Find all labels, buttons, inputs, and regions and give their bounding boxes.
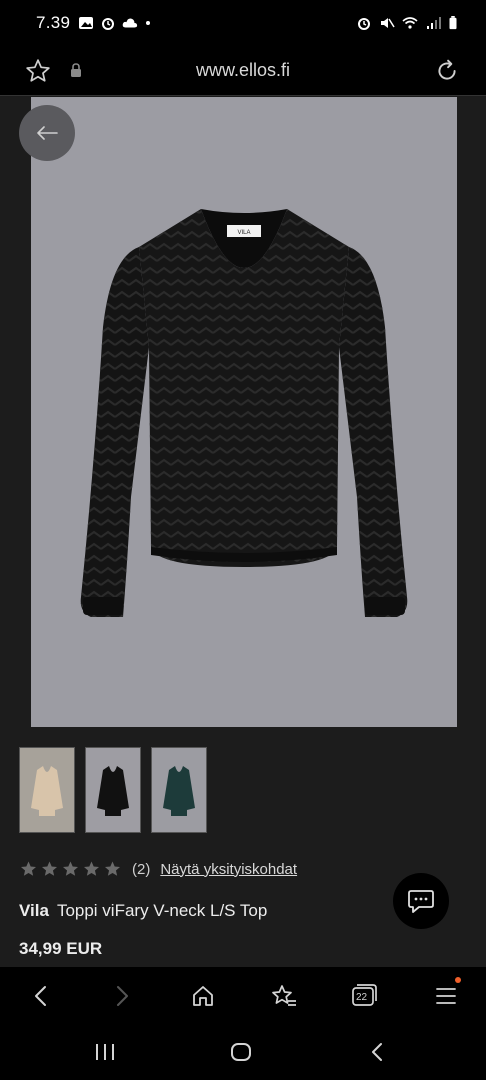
system-navigation-bar [0,1025,486,1080]
star-icon [105,861,120,876]
mute-icon [381,18,395,28]
green-top-thumbnail [163,766,195,816]
thumbnail-beige[interactable] [19,747,75,833]
back-nav-icon[interactable] [369,1042,385,1062]
status-time: 7.39 [36,13,71,32]
bookmarks-button[interactable] [271,983,297,1009]
product-title: Vila Toppi viFary V-neck L/S Top [19,901,267,921]
recent-apps-icon[interactable] [93,1042,117,1062]
star-icon [42,861,57,876]
menu-notification-dot [455,977,461,983]
thumbnail-black[interactable] [85,747,141,833]
page-content: VILA (2) Näytä yksityiskohdat Vila Toppi… [0,97,486,967]
home-icon [193,986,213,1006]
signal-icon [427,17,441,29]
alarm-icon [102,18,115,30]
rating-row: (2) Näytä yksityiskohdat [19,860,297,878]
tabs-button[interactable]: 22 [351,983,377,1009]
bookmark-star-icon [272,985,296,1006]
reload-icon[interactable] [434,58,460,84]
chat-bubble-icon [408,890,434,913]
alarm-icon [358,18,370,30]
star-icon [84,861,99,876]
beige-sweater-thumbnail [31,766,63,816]
home-button[interactable] [190,983,216,1009]
wifi-icon [402,17,418,29]
screen: 7.39 www.ellos.fi VILA (2) Näytä yksityi… [0,0,486,1080]
product-brand[interactable]: Vila [19,901,49,920]
url-text[interactable]: www.ellos.fi [0,60,486,81]
menu-button[interactable] [433,983,459,1009]
star-icon [63,861,78,876]
product-price: 34,99 EUR [19,939,103,958]
star-rating [19,860,122,878]
gallery-icon [79,17,94,29]
back-button[interactable] [19,105,75,161]
chevron-left-icon [35,986,46,1006]
forward-nav-button[interactable] [110,983,136,1009]
hamburger-menu-icon [436,988,456,1004]
tab-count: 22 [356,992,368,1003]
show-details-link[interactable]: Näytä yksityiskohdat [160,861,297,878]
status-bar: 7.39 [0,0,486,46]
arrow-left-icon [37,126,58,140]
black-top-thumbnail [97,766,129,816]
thumbnail-green[interactable] [151,747,207,833]
url-bar: www.ellos.fi [0,46,486,96]
star-icon [21,861,36,876]
chat-button[interactable] [393,873,449,929]
thumbnail-strip [19,747,207,833]
rating-count: (2) [132,860,151,878]
clothing-label-text: VILA [237,230,250,236]
product-image[interactable]: VILA [31,97,457,727]
chevron-right-icon [117,986,128,1006]
cloud-icon [123,18,138,28]
battery-icon [449,16,457,30]
back-nav-button[interactable] [27,983,53,1009]
product-name: Toppi viFary V-neck L/S Top [56,901,268,920]
browser-toolbar: 22 [0,967,486,1025]
home-nav-icon[interactable] [229,1042,253,1062]
blouse-illustration: VILA [80,209,408,617]
notification-dot-icon [146,21,151,25]
